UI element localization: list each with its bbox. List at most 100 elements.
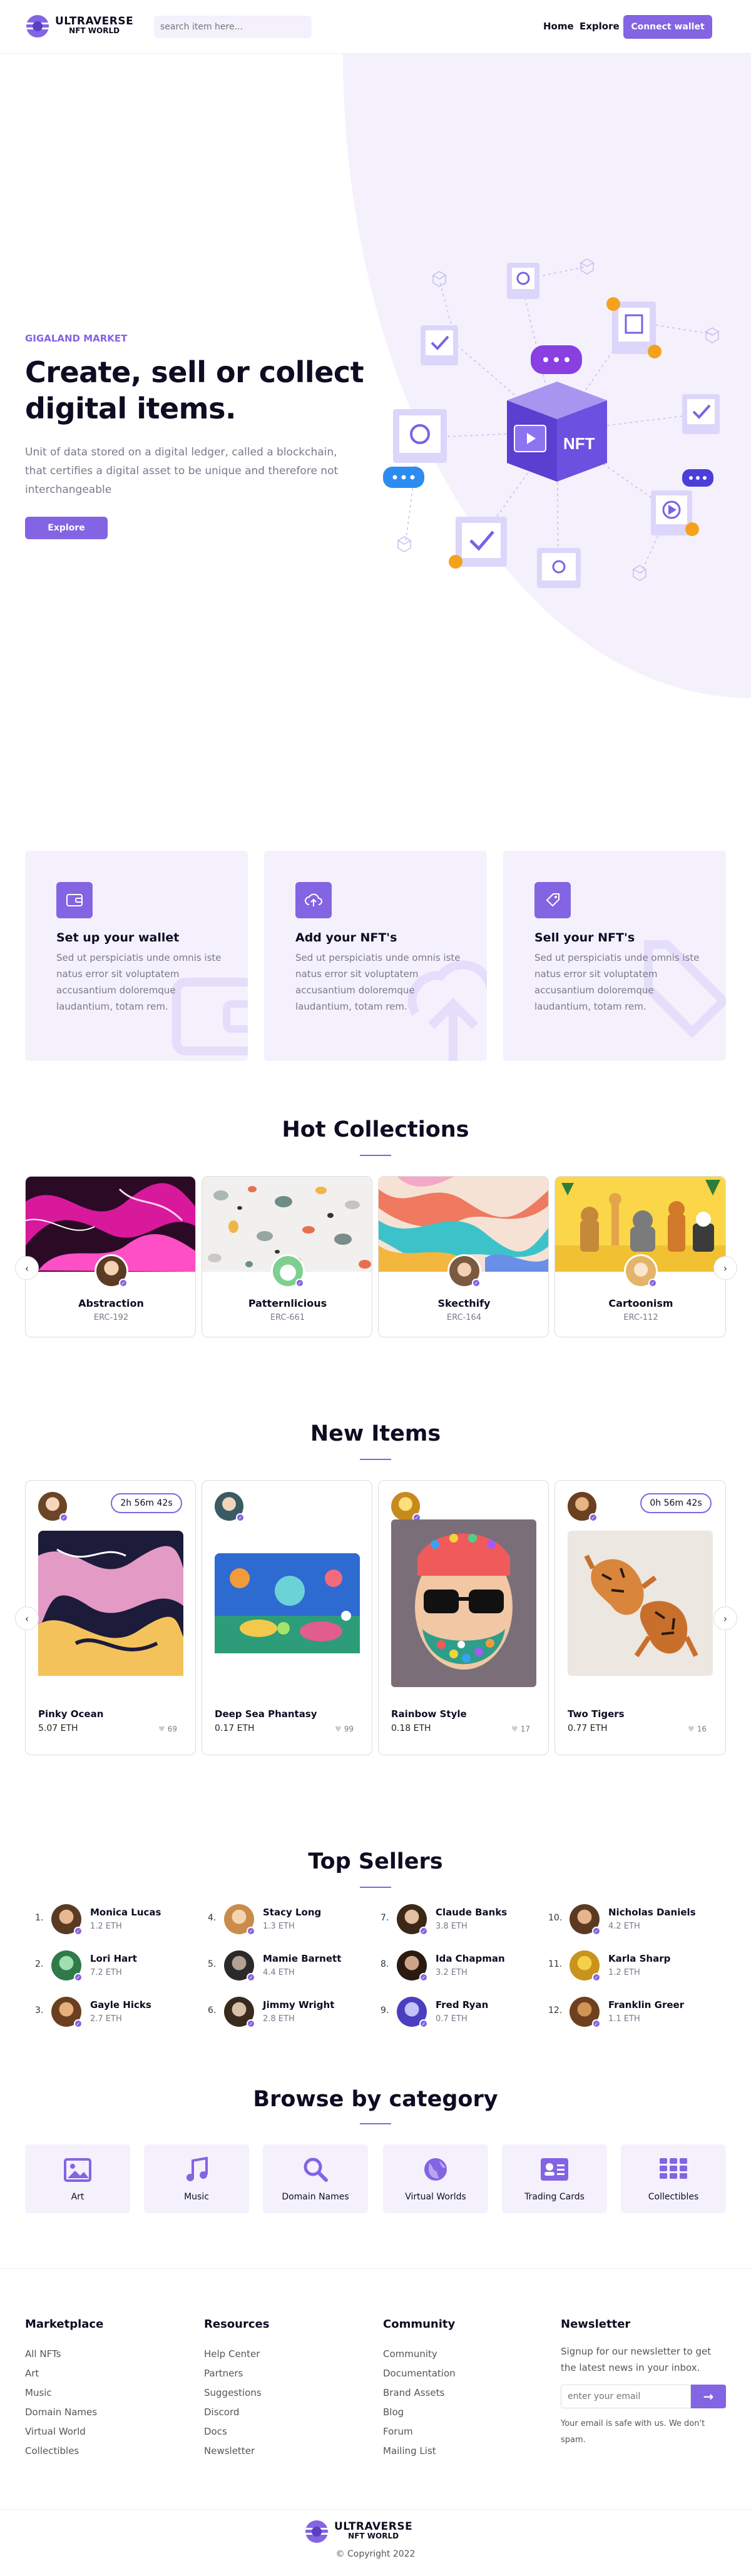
collection-card[interactable]: ✓ Cartoonism ERC-112: [554, 1176, 726, 1337]
footer-logo[interactable]: ULTRAVERSE NFT WORLD: [304, 2519, 412, 2544]
seller-item[interactable]: 12. ✓ Franklin Greer 1.1 ETH: [548, 1995, 716, 2029]
nft-card[interactable]: ✓ Deep Sea Phantasy 0.17 ETH ♥ 99: [202, 1480, 372, 1755]
creator-avatar[interactable]: ✓: [568, 1492, 598, 1522]
category-domain-names[interactable]: Domain Names: [263, 2144, 368, 2213]
seller-item[interactable]: 3. ✓ Gayle Hicks 2.7 ETH: [35, 1995, 198, 2029]
footer-link[interactable]: Newsletter: [204, 2445, 269, 2465]
seller-avatar[interactable]: ✓: [570, 1904, 601, 1935]
nft-title[interactable]: Pinky Ocean: [38, 1708, 103, 1720]
category-virtual-worlds[interactable]: Virtual Worlds: [383, 2144, 488, 2213]
seller-item[interactable]: 2. ✓ Lori Hart 7.2 ETH: [35, 1949, 198, 1983]
footer-link[interactable]: Help Center: [204, 2348, 269, 2368]
footer-link[interactable]: Documentation: [383, 2368, 456, 2387]
seller-item[interactable]: 8. ✓ Ida Chapman 3.2 ETH: [381, 1949, 543, 1983]
seller-item[interactable]: 11. ✓ Karla Sharp 1.2 ETH: [548, 1949, 716, 1983]
seller-name[interactable]: Nicholas Daniels: [608, 1907, 696, 1918]
nft-card[interactable]: ✓ 2h 56m 42s Pinky Ocean 5.07 ETH ♥ 69: [25, 1480, 196, 1755]
seller-item[interactable]: 1. ✓ Monica Lucas 1.2 ETH: [35, 1903, 198, 1937]
seller-name[interactable]: Jimmy Wright: [263, 1999, 334, 2011]
carousel-next-button[interactable]: ›: [713, 1606, 737, 1630]
nav-home[interactable]: Home: [543, 21, 574, 32]
seller-avatar[interactable]: ✓: [570, 1950, 601, 1982]
nft-card[interactable]: ✓ Rainbow Style 0.18 ETH ♥ 17: [378, 1480, 549, 1755]
footer-link[interactable]: Community: [383, 2348, 456, 2368]
likes[interactable]: ♥ 16: [688, 1725, 707, 1733]
category-music[interactable]: Music: [144, 2144, 249, 2213]
category-art[interactable]: Art: [25, 2144, 130, 2213]
search-input[interactable]: [154, 16, 312, 38]
footer-link[interactable]: All NFTs: [25, 2348, 103, 2368]
nft-title[interactable]: Two Tigers: [568, 1708, 625, 1720]
seller-name[interactable]: Karla Sharp: [608, 1953, 670, 1964]
seller-item[interactable]: 7. ✓ Claude Banks 3.8 ETH: [381, 1903, 543, 1937]
footer-link[interactable]: Forum: [383, 2426, 456, 2445]
footer-link[interactable]: Collectibles: [25, 2445, 103, 2465]
collection-avatar[interactable]: ✓: [624, 1254, 658, 1288]
footer-link[interactable]: Mailing List: [383, 2445, 456, 2465]
seller-avatar[interactable]: ✓: [570, 1997, 601, 2028]
seller-avatar[interactable]: ✓: [51, 1950, 83, 1982]
footer-link[interactable]: Music: [25, 2387, 103, 2406]
seller-avatar[interactable]: ✓: [397, 1904, 428, 1935]
explore-button[interactable]: Explore: [25, 517, 108, 539]
footer-link[interactable]: Blog: [383, 2406, 456, 2426]
seller-name[interactable]: Ida Chapman: [436, 1953, 505, 1964]
seller-item[interactable]: 5. ✓ Mamie Barnett 4.4 ETH: [208, 1949, 370, 1983]
footer-link[interactable]: Docs: [204, 2426, 269, 2445]
footer-link[interactable]: Virtual World: [25, 2426, 103, 2445]
collection-card[interactable]: ✓ Abstraction ERC-192: [25, 1176, 196, 1337]
seller-item[interactable]: 4. ✓ Stacy Long 1.3 ETH: [208, 1903, 370, 1937]
creator-avatar[interactable]: ✓: [391, 1492, 421, 1522]
nft-title[interactable]: Rainbow Style: [391, 1708, 467, 1720]
seller-item[interactable]: 10. ✓ Nicholas Daniels 4.2 ETH: [548, 1903, 716, 1937]
collection-avatar[interactable]: ✓: [271, 1254, 305, 1288]
seller-avatar[interactable]: ✓: [51, 1904, 83, 1935]
connect-wallet-button[interactable]: Connect wallet: [623, 15, 712, 39]
seller-avatar[interactable]: ✓: [224, 1904, 255, 1935]
creator-avatar[interactable]: ✓: [215, 1492, 245, 1522]
carousel-next-button[interactable]: ›: [713, 1256, 737, 1280]
seller-name[interactable]: Monica Lucas: [90, 1907, 161, 1918]
likes[interactable]: ♥ 17: [511, 1725, 530, 1733]
collection-card[interactable]: ✓ Patternlicious ERC-661: [202, 1176, 372, 1337]
newsletter-email-input[interactable]: [561, 2385, 691, 2408]
heart-icon: ♥: [158, 1725, 165, 1733]
logo[interactable]: ULTRAVERSE NFT WORLD: [25, 14, 133, 39]
likes[interactable]: ♥ 69: [158, 1725, 177, 1733]
likes[interactable]: ♥ 99: [335, 1725, 354, 1733]
collection-card[interactable]: ✓ Skecthify ERC-164: [378, 1176, 549, 1337]
newsletter-submit-button[interactable]: →: [691, 2385, 726, 2408]
carousel-prev-button[interactable]: ‹: [15, 1606, 39, 1630]
nav-explore[interactable]: Explore: [580, 21, 620, 32]
seller-avatar[interactable]: ✓: [397, 1997, 428, 2028]
seller-name[interactable]: Stacy Long: [263, 1907, 321, 1918]
footer-link[interactable]: Discord: [204, 2406, 269, 2426]
collection-avatar[interactable]: ✓: [95, 1254, 128, 1288]
footer-link[interactable]: Art: [25, 2368, 103, 2387]
category-trading-cards[interactable]: Trading Cards: [502, 2144, 607, 2213]
nft-title[interactable]: Deep Sea Phantasy: [215, 1708, 317, 1720]
seller-rank: 9.: [381, 2006, 389, 2016]
seller-name[interactable]: Claude Banks: [436, 1907, 507, 1918]
footer-link[interactable]: Domain Names: [25, 2406, 103, 2426]
seller-name[interactable]: Lori Hart: [90, 1953, 137, 1964]
footer-link[interactable]: Suggestions: [204, 2387, 269, 2406]
nft-image: [568, 1531, 713, 1676]
seller-name[interactable]: Fred Ryan: [436, 1999, 488, 2011]
seller-avatar[interactable]: ✓: [397, 1950, 428, 1982]
category-collectibles[interactable]: Collectibles: [621, 2144, 726, 2213]
seller-avatar[interactable]: ✓: [51, 1997, 83, 2028]
seller-item[interactable]: 9. ✓ Fred Ryan 0.7 ETH: [381, 1995, 543, 2029]
seller-name[interactable]: Franklin Greer: [608, 1999, 684, 2011]
nft-card[interactable]: ✓ 0h 56m 42s Two Tigers 0.77 ETH ♥ 16: [554, 1480, 726, 1755]
seller-avatar[interactable]: ✓: [224, 1997, 255, 2028]
collection-avatar[interactable]: ✓: [447, 1254, 481, 1288]
footer-link[interactable]: Partners: [204, 2368, 269, 2387]
seller-avatar[interactable]: ✓: [224, 1950, 255, 1982]
seller-name[interactable]: Gayle Hicks: [90, 1999, 151, 2011]
footer-link[interactable]: Brand Assets: [383, 2387, 456, 2406]
carousel-prev-button[interactable]: ‹: [15, 1256, 39, 1280]
creator-avatar[interactable]: ✓: [38, 1492, 68, 1522]
seller-name[interactable]: Mamie Barnett: [263, 1953, 341, 1964]
seller-item[interactable]: 6. ✓ Jimmy Wright 2.8 ETH: [208, 1995, 370, 2029]
